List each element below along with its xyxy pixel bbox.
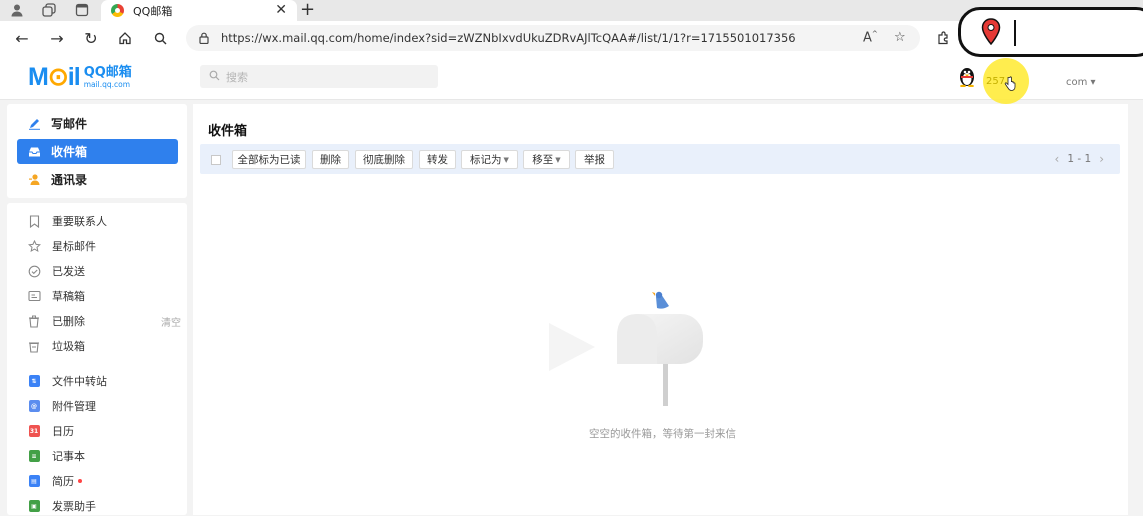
resume-icon: ▤ [27,474,41,488]
sidebar-item-deleted[interactable]: 已删除 清空 [27,311,181,331]
qq-mail-logo[interactable]: M⊙il QQ邮箱 mail.qq.com [28,62,132,92]
notebook-icon: ≡ [27,449,41,463]
account-number[interactable]: 257 [986,76,1005,87]
back-icon[interactable]: ← [11,27,33,49]
new-tab-icon[interactable]: + [300,0,315,20]
calendar-icon: 31 [27,424,41,438]
home-icon[interactable] [114,27,136,49]
bookmark-icon [27,214,41,228]
contacts-icon [27,173,41,187]
profile-icon[interactable] [8,2,26,18]
tab-actions-icon[interactable] [73,2,91,18]
sidebar-item-invoice[interactable]: ▣ 发票助手 [27,496,177,516]
active-tab[interactable]: QQ邮箱 ✕ [101,0,297,21]
read-aloud-icon[interactable]: A^ [863,30,878,45]
mail-search-input[interactable]: 搜索 [200,65,438,88]
sidebar-item-file-transfer[interactable]: ⇅ 文件中转站 [27,371,177,391]
sidebar-folders: 重要联系人 星标邮件 已发送 草稿箱 已删除 清空 垃圾箱 ⇅ 文件中转站 @ … [7,203,187,515]
empty-inbox-message: 空空的收件箱，等待第一封来信 [589,428,736,440]
qq-mail-favicon [111,4,124,17]
sidebar-primary: 写邮件 收件箱 通讯录 [7,104,187,198]
sidebar-item-calendar[interactable]: 31 日历 [27,421,177,441]
sidebar-item-drafts[interactable]: 草稿箱 [27,286,177,306]
sidebar-item-compose[interactable]: 写邮件 [17,111,178,136]
sidebar-item-sent[interactable]: 已发送 [27,261,177,281]
qq-penguin-icon[interactable] [958,65,976,87]
star-icon [27,239,41,253]
text-caret [1014,20,1016,46]
extensions-icon[interactable] [932,27,954,49]
forward-icon[interactable]: → [46,27,68,49]
tab-title: QQ邮箱 [133,4,173,18]
video-play-icon [549,323,595,371]
new-badge-dot [78,479,82,483]
attachment-icon: @ [27,399,41,413]
search-icon [209,70,220,81]
refresh-icon[interactable]: ↻ [80,27,102,49]
spam-icon [27,339,41,353]
favorite-icon[interactable]: ☆ [894,30,906,45]
file-transfer-icon: ⇅ [27,374,41,388]
empty-trash-button[interactable]: 清空 [161,314,181,329]
mail-header: M⊙il QQ邮箱 mail.qq.com 搜索 257 com ▾ [0,54,1143,104]
screen-recorder-overlay [958,7,1143,57]
inbox-icon [27,145,41,159]
hand-cursor-icon [1004,76,1016,91]
sidebar-item-contacts[interactable]: 通讯录 [17,167,178,192]
search-placeholder: 搜索 [226,71,248,84]
sent-icon [27,264,41,278]
empty-inbox-state: 空空的收件箱，等待第一封来信 [193,104,1128,515]
trash-icon [27,314,41,328]
search-icon[interactable] [149,27,171,49]
sidebar-item-inbox[interactable]: 收件箱 [17,139,178,164]
sidebar-item-notebook[interactable]: ≡ 记事本 [27,446,177,466]
lock-icon [199,32,209,44]
compose-icon [27,117,41,131]
inbox-panel: 收件箱 全部标为已读 删除 彻底删除 转发 标记为 ▼ 移至 ▼ 举报 ‹ 1 - … [193,104,1128,515]
draft-icon [27,289,41,303]
logo-wordmark: M⊙il [28,63,81,91]
account-domain-menu[interactable]: com ▾ [1066,77,1096,88]
close-tab-icon[interactable]: ✕ [275,2,287,18]
sidebar-item-attachments[interactable]: @ 附件管理 [27,396,177,416]
invoice-icon: ▣ [27,499,41,513]
sidebar-item-spam[interactable]: 垃圾箱 [27,336,177,356]
logo-subtitle: QQ邮箱 mail.qq.com [83,64,132,89]
empty-mailbox-illustration [617,291,703,406]
workspaces-icon[interactable] [40,2,58,18]
address-bar[interactable]: https://wx.mail.qq.com/home/index?sid=zW… [186,25,920,51]
url-text: https://wx.mail.qq.com/home/index?sid=zW… [221,31,796,45]
sidebar-item-resume[interactable]: ▤ 简历 [27,471,177,491]
location-pin-icon [981,18,1001,46]
sidebar-item-important-contacts[interactable]: 重要联系人 [27,211,177,231]
sidebar-item-starred[interactable]: 星标邮件 [27,236,177,256]
